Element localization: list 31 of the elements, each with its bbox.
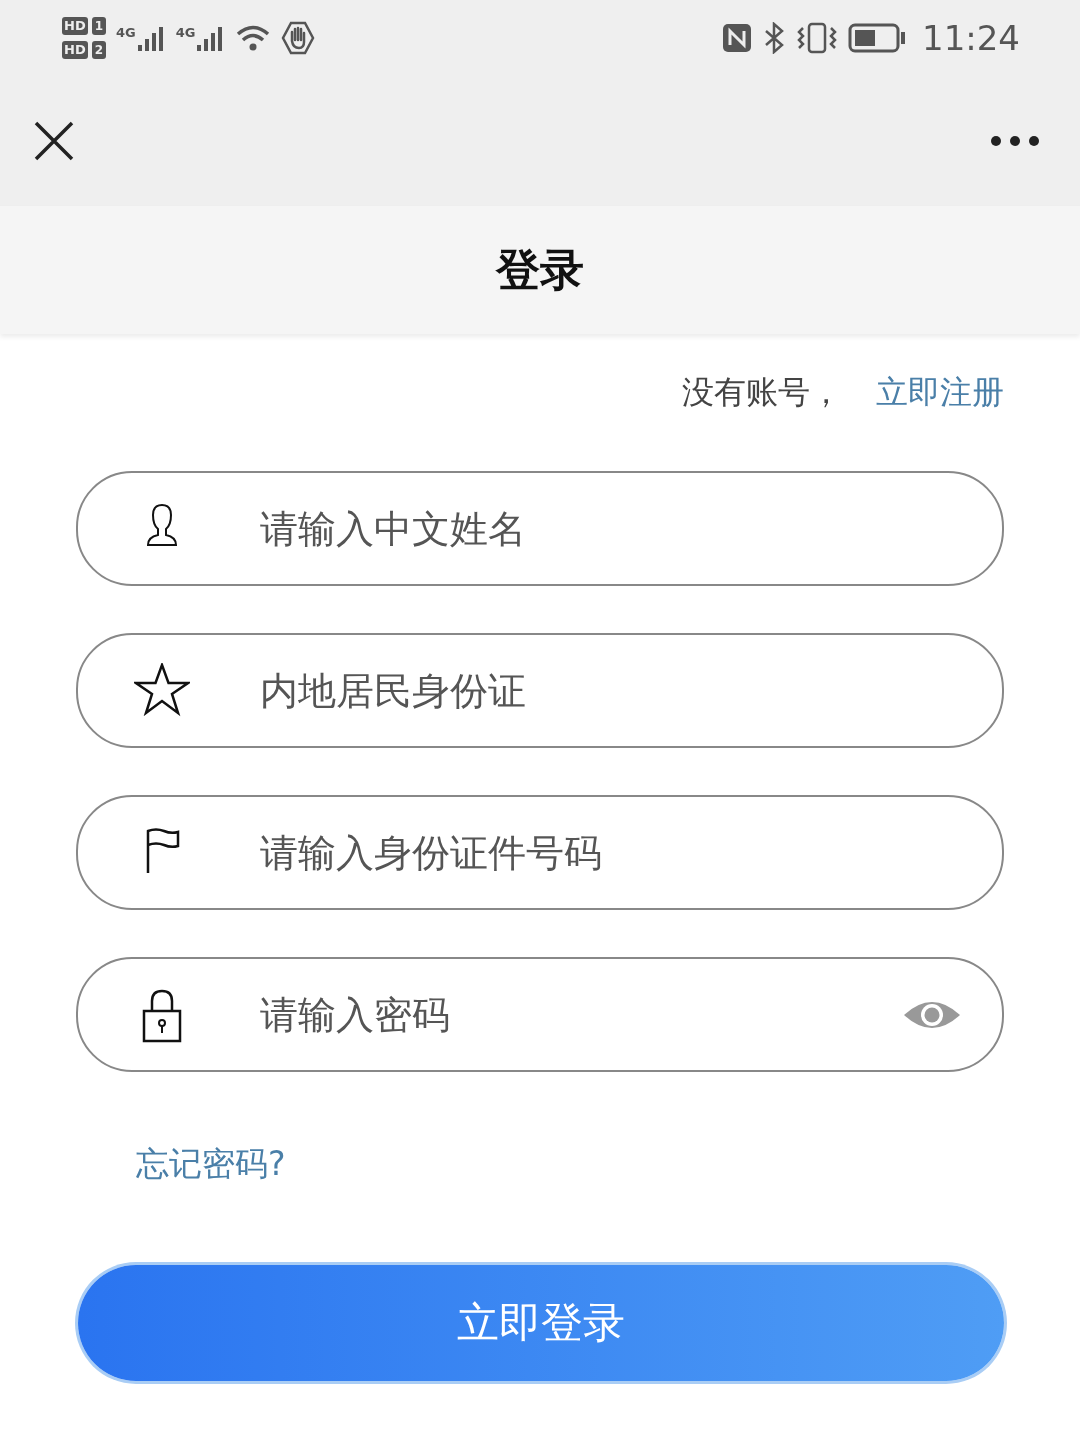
text-input[interactable]: 请输入身份证件号码 — [258, 829, 962, 876]
forgot-password-link[interactable]: 忘记密码? — [136, 1142, 286, 1187]
text-input[interactable]: 请输入密码 — [258, 991, 902, 1038]
input-field[interactable]: 内地居民身份证 — [76, 633, 1004, 748]
input-field[interactable]: 请输入身份证件号码 — [76, 795, 1004, 910]
close-button[interactable] — [34, 121, 74, 161]
hd-badge: HD — [62, 41, 88, 59]
hand-icon — [281, 21, 316, 55]
login-button[interactable]: 立即登录 — [78, 1265, 1004, 1381]
register-prompt: 没有账号， — [682, 372, 842, 413]
register-link[interactable]: 立即注册 — [876, 371, 1004, 415]
star-icon — [134, 662, 190, 719]
input-field[interactable]: 请输入中文姓名 — [76, 471, 1004, 586]
page-title: 登录 — [496, 242, 584, 297]
wifi-icon — [235, 23, 272, 53]
signal-icon — [135, 25, 166, 51]
input-field[interactable]: 请输入密码 — [76, 957, 1004, 1072]
clock-time: 11:24 — [922, 18, 1020, 58]
vibrate-icon — [796, 22, 838, 54]
sim-badge: 1 — [91, 17, 107, 35]
network-label: 4G — [116, 25, 136, 40]
battery-icon — [848, 23, 906, 53]
sim-badge: 2 — [91, 41, 107, 59]
more-button[interactable] — [990, 135, 1040, 147]
more-icon — [990, 135, 1040, 147]
text-input[interactable]: 内地居民身份证 — [258, 667, 962, 714]
nfc-icon — [722, 23, 752, 53]
close-icon — [34, 121, 74, 161]
text-input[interactable]: 请输入中文姓名 — [258, 505, 962, 552]
hd-badge: HD — [62, 17, 88, 35]
network-label: 4G — [175, 25, 196, 40]
